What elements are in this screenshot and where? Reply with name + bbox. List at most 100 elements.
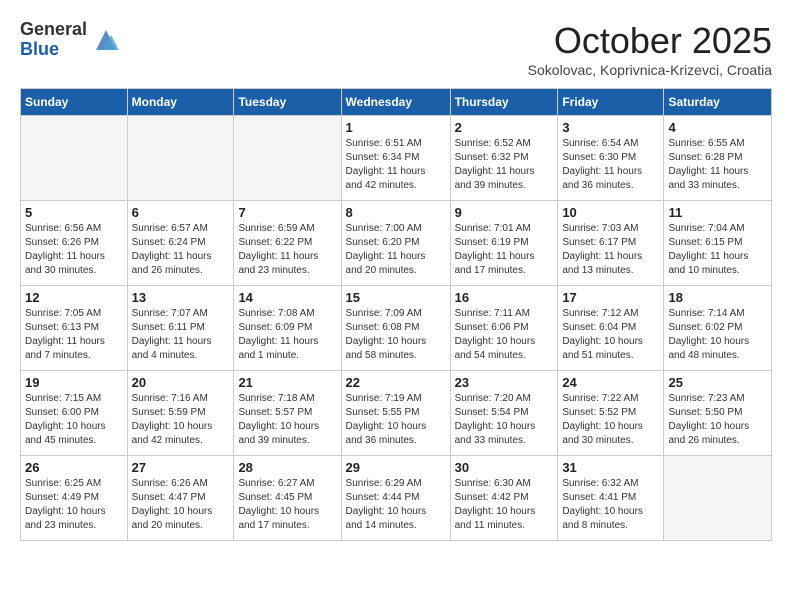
day-number: 15 bbox=[346, 290, 446, 305]
day-number: 16 bbox=[455, 290, 554, 305]
day-number: 20 bbox=[132, 375, 230, 390]
day-number: 8 bbox=[346, 205, 446, 220]
calendar-cell: 27 Sunrise: 6:26 AM Sunset: 4:47 PM Dayli… bbox=[127, 456, 234, 541]
week-row-1: 1Sunrise: 6:51 AM Sunset: 6:34 PM Daylig… bbox=[21, 116, 772, 201]
weekday-header-saturday: Saturday bbox=[664, 89, 772, 116]
calendar-cell: 24 Sunrise: 7:22 AM Sunset: 5:52 PM Dayli… bbox=[558, 371, 664, 456]
day-number: 7 bbox=[238, 205, 336, 220]
day-number: 17 bbox=[562, 290, 659, 305]
day-info: Sunrise: 6:52 AM Sunset: 6:32 PM Dayligh… bbox=[455, 137, 554, 193]
day-number: 22 bbox=[346, 375, 446, 390]
logo: General Blue bbox=[20, 20, 121, 60]
day-number: 28 bbox=[238, 460, 336, 475]
calendar-cell: 2 Sunrise: 6:52 AM Sunset: 6:32 PM Daylig… bbox=[450, 116, 558, 201]
day-info: Sunrise: 7:11 AM Sunset: 6:06 PM Dayligh… bbox=[455, 307, 554, 363]
calendar-cell bbox=[127, 116, 234, 201]
calendar-cell bbox=[21, 116, 128, 201]
logo-blue-text: Blue bbox=[20, 40, 87, 60]
day-number: 6 bbox=[132, 205, 230, 220]
day-number: 4 bbox=[668, 120, 767, 135]
calendar-cell: 30Sunrise: 6:30 AM Sunset: 4:42 PM Dayli… bbox=[450, 456, 558, 541]
calendar-cell: 25 Sunrise: 7:23 AM Sunset: 5:50 PM Dayli… bbox=[664, 371, 772, 456]
calendar-cell: 6Sunrise: 6:57 AM Sunset: 6:24 PM Daylig… bbox=[127, 201, 234, 286]
day-number: 25 bbox=[668, 375, 767, 390]
day-number: 9 bbox=[455, 205, 554, 220]
day-info: Sunrise: 6:29 AM Sunset: 4:44 PM Dayligh… bbox=[346, 477, 446, 533]
weekday-header-sunday: Sunday bbox=[21, 89, 128, 116]
day-number: 27 bbox=[132, 460, 230, 475]
calendar-table: SundayMondayTuesdayWednesdayThursdayFrid… bbox=[20, 88, 772, 541]
day-info: Sunrise: 7:09 AM Sunset: 6:08 PM Dayligh… bbox=[346, 307, 446, 363]
location-subtitle: Sokolovac, Koprivnica-Krizevci, Croatia bbox=[528, 62, 772, 78]
day-info: Sunrise: 7:20 AM Sunset: 5:54 PM Dayligh… bbox=[455, 392, 554, 448]
day-number: 24 bbox=[562, 375, 659, 390]
page-header: General Blue October 2025 Sokolovac, Kop… bbox=[20, 20, 772, 78]
weekday-header-thursday: Thursday bbox=[450, 89, 558, 116]
calendar-cell: 10Sunrise: 7:03 AM Sunset: 6:17 PM Dayli… bbox=[558, 201, 664, 286]
day-info: Sunrise: 7:23 AM Sunset: 5:50 PM Dayligh… bbox=[668, 392, 767, 448]
day-info: Sunrise: 7:07 AM Sunset: 6:11 PM Dayligh… bbox=[132, 307, 230, 363]
day-number: 31 bbox=[562, 460, 659, 475]
day-info: Sunrise: 7:00 AM Sunset: 6:20 PM Dayligh… bbox=[346, 222, 446, 278]
calendar-cell: 8 Sunrise: 7:00 AM Sunset: 6:20 PM Daylig… bbox=[341, 201, 450, 286]
day-info: Sunrise: 7:05 AM Sunset: 6:13 PM Dayligh… bbox=[25, 307, 123, 363]
day-info: Sunrise: 7:22 AM Sunset: 5:52 PM Dayligh… bbox=[562, 392, 659, 448]
calendar-cell: 15 Sunrise: 7:09 AM Sunset: 6:08 PM Dayli… bbox=[341, 286, 450, 371]
week-row-4: 19 Sunrise: 7:15 AM Sunset: 6:00 PM Dayli… bbox=[21, 371, 772, 456]
calendar-cell: 17Sunrise: 7:12 AM Sunset: 6:04 PM Dayli… bbox=[558, 286, 664, 371]
calendar-cell bbox=[664, 456, 772, 541]
weekday-header-monday: Monday bbox=[127, 89, 234, 116]
calendar-cell: 19 Sunrise: 7:15 AM Sunset: 6:00 PM Dayli… bbox=[21, 371, 128, 456]
calendar-cell: 4Sunrise: 6:55 AM Sunset: 6:28 PM Daylig… bbox=[664, 116, 772, 201]
day-info: Sunrise: 6:25 AM Sunset: 4:49 PM Dayligh… bbox=[25, 477, 123, 533]
day-number: 3 bbox=[562, 120, 659, 135]
weekday-header-row: SundayMondayTuesdayWednesdayThursdayFrid… bbox=[21, 89, 772, 116]
calendar-cell: 31 Sunrise: 6:32 AM Sunset: 4:41 PM Dayli… bbox=[558, 456, 664, 541]
week-row-2: 5 Sunrise: 6:56 AM Sunset: 6:26 PM Daylig… bbox=[21, 201, 772, 286]
day-info: Sunrise: 7:14 AM Sunset: 6:02 PM Dayligh… bbox=[668, 307, 767, 363]
calendar-cell: 13 Sunrise: 7:07 AM Sunset: 6:11 PM Dayli… bbox=[127, 286, 234, 371]
calendar-cell: 20 Sunrise: 7:16 AM Sunset: 5:59 PM Dayli… bbox=[127, 371, 234, 456]
day-number: 2 bbox=[455, 120, 554, 135]
calendar-cell: 14Sunrise: 7:08 AM Sunset: 6:09 PM Dayli… bbox=[234, 286, 341, 371]
day-info: Sunrise: 7:15 AM Sunset: 6:00 PM Dayligh… bbox=[25, 392, 123, 448]
day-number: 18 bbox=[668, 290, 767, 305]
day-info: Sunrise: 6:59 AM Sunset: 6:22 PM Dayligh… bbox=[238, 222, 336, 278]
weekday-header-tuesday: Tuesday bbox=[234, 89, 341, 116]
calendar-cell: 29 Sunrise: 6:29 AM Sunset: 4:44 PM Dayli… bbox=[341, 456, 450, 541]
calendar-cell: 28 Sunrise: 6:27 AM Sunset: 4:45 PM Dayli… bbox=[234, 456, 341, 541]
calendar-cell: 7 Sunrise: 6:59 AM Sunset: 6:22 PM Daylig… bbox=[234, 201, 341, 286]
calendar-cell: 26 Sunrise: 6:25 AM Sunset: 4:49 PM Dayli… bbox=[21, 456, 128, 541]
day-info: Sunrise: 6:27 AM Sunset: 4:45 PM Dayligh… bbox=[238, 477, 336, 533]
calendar-cell: 18 Sunrise: 7:14 AM Sunset: 6:02 PM Dayli… bbox=[664, 286, 772, 371]
calendar-cell: 1Sunrise: 6:51 AM Sunset: 6:34 PM Daylig… bbox=[341, 116, 450, 201]
day-number: 11 bbox=[668, 205, 767, 220]
day-info: Sunrise: 7:01 AM Sunset: 6:19 PM Dayligh… bbox=[455, 222, 554, 278]
day-info: Sunrise: 7:16 AM Sunset: 5:59 PM Dayligh… bbox=[132, 392, 230, 448]
week-row-5: 26 Sunrise: 6:25 AM Sunset: 4:49 PM Dayli… bbox=[21, 456, 772, 541]
day-info: Sunrise: 6:32 AM Sunset: 4:41 PM Dayligh… bbox=[562, 477, 659, 533]
day-number: 10 bbox=[562, 205, 659, 220]
calendar-cell: 23Sunrise: 7:20 AM Sunset: 5:54 PM Dayli… bbox=[450, 371, 558, 456]
weekday-header-wednesday: Wednesday bbox=[341, 89, 450, 116]
day-info: Sunrise: 6:54 AM Sunset: 6:30 PM Dayligh… bbox=[562, 137, 659, 193]
weekday-header-friday: Friday bbox=[558, 89, 664, 116]
calendar-cell: 3 Sunrise: 6:54 AM Sunset: 6:30 PM Daylig… bbox=[558, 116, 664, 201]
day-number: 13 bbox=[132, 290, 230, 305]
day-info: Sunrise: 7:08 AM Sunset: 6:09 PM Dayligh… bbox=[238, 307, 336, 363]
day-info: Sunrise: 6:51 AM Sunset: 6:34 PM Dayligh… bbox=[346, 137, 446, 193]
calendar-cell: 16 Sunrise: 7:11 AM Sunset: 6:06 PM Dayli… bbox=[450, 286, 558, 371]
calendar-cell: 12Sunrise: 7:05 AM Sunset: 6:13 PM Dayli… bbox=[21, 286, 128, 371]
calendar-cell: 21Sunrise: 7:18 AM Sunset: 5:57 PM Dayli… bbox=[234, 371, 341, 456]
day-number: 26 bbox=[25, 460, 123, 475]
day-info: Sunrise: 7:18 AM Sunset: 5:57 PM Dayligh… bbox=[238, 392, 336, 448]
day-info: Sunrise: 6:56 AM Sunset: 6:26 PM Dayligh… bbox=[25, 222, 123, 278]
logo-general-text: General bbox=[20, 20, 87, 40]
day-number: 5 bbox=[25, 205, 123, 220]
week-row-3: 12Sunrise: 7:05 AM Sunset: 6:13 PM Dayli… bbox=[21, 286, 772, 371]
day-number: 29 bbox=[346, 460, 446, 475]
day-number: 19 bbox=[25, 375, 123, 390]
day-number: 30 bbox=[455, 460, 554, 475]
day-info: Sunrise: 6:26 AM Sunset: 4:47 PM Dayligh… bbox=[132, 477, 230, 533]
logo-icon bbox=[91, 25, 121, 55]
